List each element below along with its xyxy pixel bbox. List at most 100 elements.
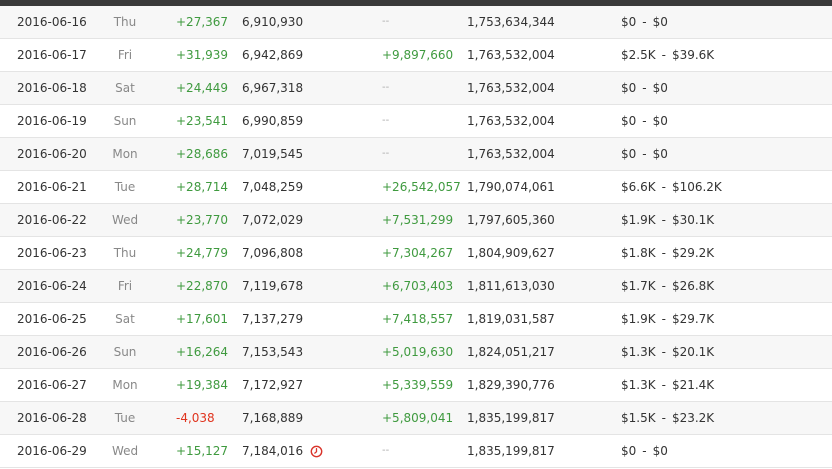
weekday-cell: Thu bbox=[113, 246, 137, 260]
earnings-high: $0 bbox=[652, 15, 668, 29]
earnings-high: $0 bbox=[652, 114, 668, 128]
earnings-separator: - bbox=[642, 81, 647, 95]
date-cell: 2016-06-23 bbox=[17, 246, 87, 260]
date-cell: 2016-06-28 bbox=[17, 411, 87, 425]
weekday-cell: Tue bbox=[114, 411, 136, 425]
view-total-cell: 1,763,532,004 bbox=[467, 48, 555, 62]
date-cell: 2016-06-19 bbox=[17, 114, 87, 128]
view-change-cell: +5,019,630 bbox=[382, 345, 454, 359]
view-change-cell: -- bbox=[382, 16, 390, 27]
earnings-range-cell: $1.3K - $21.4K bbox=[621, 369, 714, 401]
daily-stats-table: 2016-06-16 Thu +27,367 6,910,930 -- 1,753,634… bbox=[0, 6, 832, 468]
subscriber-change-cell: +24,449 bbox=[176, 81, 229, 95]
earnings-range-cell: $1.9K - $29.7K bbox=[621, 303, 714, 335]
earnings-separator: - bbox=[661, 378, 666, 392]
view-change-cell: +7,304,267 bbox=[382, 246, 454, 260]
subscriber-change-cell: +24,779 bbox=[176, 246, 229, 260]
weekday-cell: Sat bbox=[115, 312, 135, 326]
view-change-cell: +7,418,557 bbox=[382, 312, 454, 326]
subscriber-change-cell: +22,870 bbox=[176, 279, 229, 293]
earnings-range-cell: $1.3K - $20.1K bbox=[621, 336, 714, 368]
earnings-separator: - bbox=[642, 114, 647, 128]
date-cell: 2016-06-17 bbox=[17, 48, 87, 62]
view-change-cell: +26,542,057 bbox=[382, 180, 461, 194]
date-cell: 2016-06-25 bbox=[17, 312, 87, 326]
earnings-low: $0 bbox=[621, 114, 637, 128]
subscriber-change-cell: +17,601 bbox=[176, 312, 229, 326]
subscriber-change-cell: +19,384 bbox=[176, 378, 229, 392]
subscriber-total-cell: 7,072,029 bbox=[242, 213, 304, 227]
earnings-separator: - bbox=[642, 444, 647, 458]
earnings-high: $0 bbox=[652, 81, 668, 95]
view-change-cell: -- bbox=[382, 115, 390, 126]
earnings-high: $29.2K bbox=[671, 246, 715, 260]
date-cell: 2016-06-26 bbox=[17, 345, 87, 359]
subscriber-change-cell: +23,770 bbox=[176, 213, 229, 227]
subscriber-total-cell: 7,137,279 bbox=[242, 312, 304, 326]
earnings-separator: - bbox=[661, 213, 666, 227]
table-row: 2016-06-28 Tue -4,038 7,168,889 +5,809,041 1,… bbox=[0, 402, 832, 435]
table-row: 2016-06-24 Fri +22,870 7,119,678 +6,703,403 1… bbox=[0, 270, 832, 303]
view-total-cell: 1,824,051,217 bbox=[467, 345, 555, 359]
subscriber-total-cell: 7,168,889 bbox=[242, 411, 304, 425]
view-change-cell: +7,531,299 bbox=[382, 213, 454, 227]
earnings-range-cell: $0- $0 bbox=[621, 435, 668, 467]
subscriber-change-cell: +28,686 bbox=[176, 147, 229, 161]
view-total-cell: 1,835,199,817 bbox=[467, 444, 555, 458]
view-change-cell: -- bbox=[382, 82, 390, 93]
date-cell: 2016-06-16 bbox=[17, 15, 87, 29]
clock-alert-icon[interactable] bbox=[310, 445, 323, 458]
earnings-low: $1.5K bbox=[621, 411, 656, 425]
subscriber-change-cell: +31,939 bbox=[176, 48, 229, 62]
table-row: 2016-06-29 Wed +15,127 7,184,016 -- 1,835,199… bbox=[0, 435, 832, 468]
view-total-cell: 1,763,532,004 bbox=[467, 147, 555, 161]
subscriber-total-cell: 6,910,930 bbox=[242, 15, 304, 29]
earnings-low: $1.3K bbox=[621, 378, 656, 392]
date-cell: 2016-06-20 bbox=[17, 147, 87, 161]
earnings-low: $0 bbox=[621, 444, 637, 458]
earnings-low: $1.8K bbox=[621, 246, 656, 260]
earnings-high: $39.6K bbox=[671, 48, 715, 62]
earnings-separator: - bbox=[642, 15, 647, 29]
earnings-low: $0 bbox=[621, 81, 637, 95]
earnings-low: $1.9K bbox=[621, 312, 656, 326]
earnings-range-cell: $0- $0 bbox=[621, 138, 668, 170]
view-total-cell: 1,790,074,061 bbox=[467, 180, 555, 194]
earnings-high: $20.1K bbox=[671, 345, 715, 359]
view-total-cell: 1,797,605,360 bbox=[467, 213, 555, 227]
weekday-cell: Sun bbox=[113, 114, 137, 128]
table-row: 2016-06-17 Fri +31,939 6,942,869 +9,897,660 1… bbox=[0, 39, 832, 72]
date-cell: 2016-06-24 bbox=[17, 279, 87, 293]
table-row: 2016-06-22 Wed +23,770 7,072,029 +7,531,299 1… bbox=[0, 204, 832, 237]
subscriber-total-cell: 7,119,678 bbox=[242, 279, 304, 293]
earnings-separator: - bbox=[661, 246, 666, 260]
earnings-separator: - bbox=[661, 345, 666, 359]
table-row: 2016-06-20 Mon +28,686 7,019,545 -- 1,763,532… bbox=[0, 138, 832, 171]
earnings-low: $0 bbox=[621, 15, 637, 29]
earnings-high: $29.7K bbox=[671, 312, 715, 326]
subscriber-change-cell: +23,541 bbox=[176, 114, 229, 128]
view-total-cell: 1,835,199,817 bbox=[467, 411, 555, 425]
subscriber-total-cell: 6,967,318 bbox=[242, 81, 304, 95]
table-row: 2016-06-23 Thu +24,779 7,096,808 +7,304,267 1… bbox=[0, 237, 832, 270]
view-total-cell: 1,763,532,004 bbox=[467, 81, 555, 95]
table-row: 2016-06-25 Sat +17,601 7,137,279 +7,418,557 1… bbox=[0, 303, 832, 336]
table-row: 2016-06-21 Tue +28,714 7,048,259 +26,542,057… bbox=[0, 171, 832, 204]
earnings-low: $1.7K bbox=[621, 279, 656, 293]
earnings-high: $23.2K bbox=[671, 411, 715, 425]
subscriber-change-cell: +27,367 bbox=[176, 15, 229, 29]
weekday-cell: Tue bbox=[114, 180, 136, 194]
view-total-cell: 1,763,532,004 bbox=[467, 114, 555, 128]
earnings-separator: - bbox=[642, 147, 647, 161]
earnings-high: $30.1K bbox=[671, 213, 715, 227]
view-total-cell: 1,819,031,587 bbox=[467, 312, 555, 326]
view-change-cell: +9,897,660 bbox=[382, 48, 454, 62]
earnings-separator: - bbox=[661, 180, 666, 194]
subscriber-total-cell: 6,990,859 bbox=[242, 114, 304, 128]
date-cell: 2016-06-18 bbox=[17, 81, 87, 95]
subscriber-change-cell: +15,127 bbox=[176, 444, 229, 458]
weekday-cell: Fri bbox=[117, 48, 133, 62]
earnings-range-cell: $6.6K - $106.2K bbox=[621, 171, 722, 203]
earnings-separator: - bbox=[661, 312, 666, 326]
earnings-separator: - bbox=[661, 411, 666, 425]
